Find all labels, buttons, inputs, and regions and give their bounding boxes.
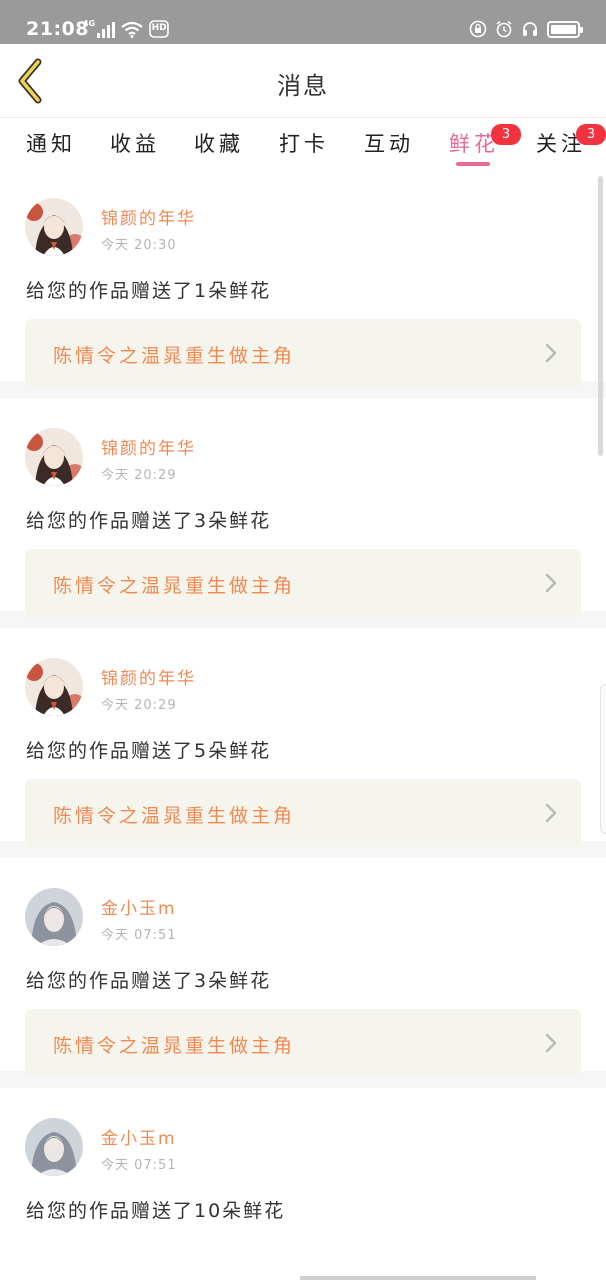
chevron-right-icon	[545, 1033, 557, 1053]
side-drawer-handle[interactable]	[600, 684, 606, 834]
message-text: 给您的作品赠送了1朵鲜花	[26, 280, 272, 302]
hd-icon: HD	[149, 20, 169, 38]
tab-earnings[interactable]: 收益	[110, 128, 160, 158]
chevron-right-icon	[545, 343, 557, 363]
tab-flowers-badge: 3	[491, 124, 521, 145]
headphones-icon	[523, 22, 537, 36]
timestamp: 今天 20:30	[101, 238, 177, 253]
timestamp: 今天 20:29	[101, 468, 177, 483]
chevron-right-icon	[545, 573, 557, 593]
page-title: 消息	[277, 72, 329, 100]
username[interactable]: 金小玉m	[101, 1124, 177, 1149]
wifi-icon	[121, 21, 143, 38]
tab-interaction[interactable]: 互动	[364, 128, 414, 158]
username[interactable]: 锦颜的年华	[101, 204, 196, 229]
avatar[interactable]	[25, 198, 83, 256]
scrollbar[interactable]	[598, 176, 603, 456]
bottom-indicator	[300, 1276, 536, 1280]
tab-follow-badge: 3	[576, 124, 606, 145]
message-list[interactable]: 锦颜的年华 今天 20:30 给您的作品赠送了1朵鲜花 陈情令之温晁重生做主角 …	[0, 168, 606, 1280]
message-card: 金小玉m 今天 07:51 给您的作品赠送了3朵鲜花 陈情令之温晁重生做主角	[0, 858, 606, 1088]
avatar[interactable]	[25, 428, 83, 486]
message-text: 给您的作品赠送了3朵鲜花	[26, 510, 272, 532]
message-text: 给您的作品赠送了10朵鲜花	[26, 1200, 286, 1222]
work-title: 陈情令之温晁重生做主角	[53, 805, 296, 827]
signal-icon	[97, 22, 116, 38]
work-link[interactable]: 陈情令之温晁重生做主角	[25, 549, 581, 617]
avatar[interactable]	[25, 1118, 83, 1176]
message-card: 金小玉m 今天 07:51 给您的作品赠送了10朵鲜花	[0, 1088, 606, 1280]
hd-label: HD	[151, 23, 167, 33]
status-time: 21:08	[26, 18, 89, 40]
username[interactable]: 锦颜的年华	[101, 664, 196, 689]
network-type: 4G	[83, 19, 96, 28]
status-right-icons	[469, 20, 583, 38]
lock-icon	[469, 20, 487, 38]
tab-favorites[interactable]: 收藏	[194, 128, 244, 158]
work-link[interactable]: 陈情令之温晁重生做主角	[25, 779, 581, 847]
timestamp: 今天 07:51	[101, 1158, 177, 1173]
timestamp: 今天 20:29	[101, 698, 177, 713]
tab-notifications[interactable]: 通知	[26, 128, 76, 158]
message-text: 给您的作品赠送了3朵鲜花	[26, 970, 272, 992]
battery-icon	[547, 20, 583, 38]
work-link[interactable]: 陈情令之温晁重生做主角	[25, 319, 581, 387]
message-card: 锦颜的年华 今天 20:29 给您的作品赠送了5朵鲜花 陈情令之温晁重生做主角	[0, 628, 606, 858]
work-title: 陈情令之温晁重生做主角	[53, 1035, 296, 1057]
work-title: 陈情令之温晁重生做主角	[53, 345, 296, 367]
status-bar: 21:08 4G HD	[0, 0, 606, 44]
tab-bar: 通知 收益 收藏 打卡 互动 鲜花 3 关注 3	[0, 118, 606, 168]
username[interactable]: 锦颜的年华	[101, 434, 196, 459]
tab-follow[interactable]: 关注 3	[536, 124, 606, 158]
avatar[interactable]	[25, 888, 83, 946]
chevron-right-icon	[545, 803, 557, 823]
timestamp: 今天 07:51	[101, 928, 177, 943]
message-card: 锦颜的年华 今天 20:30 给您的作品赠送了1朵鲜花 陈情令之温晁重生做主角	[0, 168, 606, 398]
message-text: 给您的作品赠送了5朵鲜花	[26, 740, 272, 762]
message-card: 锦颜的年华 今天 20:29 给您的作品赠送了3朵鲜花 陈情令之温晁重生做主角	[0, 398, 606, 628]
work-title: 陈情令之温晁重生做主角	[53, 575, 296, 597]
header: 消息	[0, 44, 606, 118]
active-tab-indicator	[456, 162, 490, 166]
tab-checkin[interactable]: 打卡	[279, 128, 329, 158]
alarm-icon	[496, 20, 512, 38]
status-left-icons: 4G HD	[83, 20, 169, 38]
avatar[interactable]	[25, 658, 83, 716]
work-link[interactable]: 陈情令之温晁重生做主角	[25, 1009, 581, 1077]
username[interactable]: 金小玉m	[101, 894, 177, 919]
tab-flowers[interactable]: 鲜花 3	[449, 124, 521, 158]
